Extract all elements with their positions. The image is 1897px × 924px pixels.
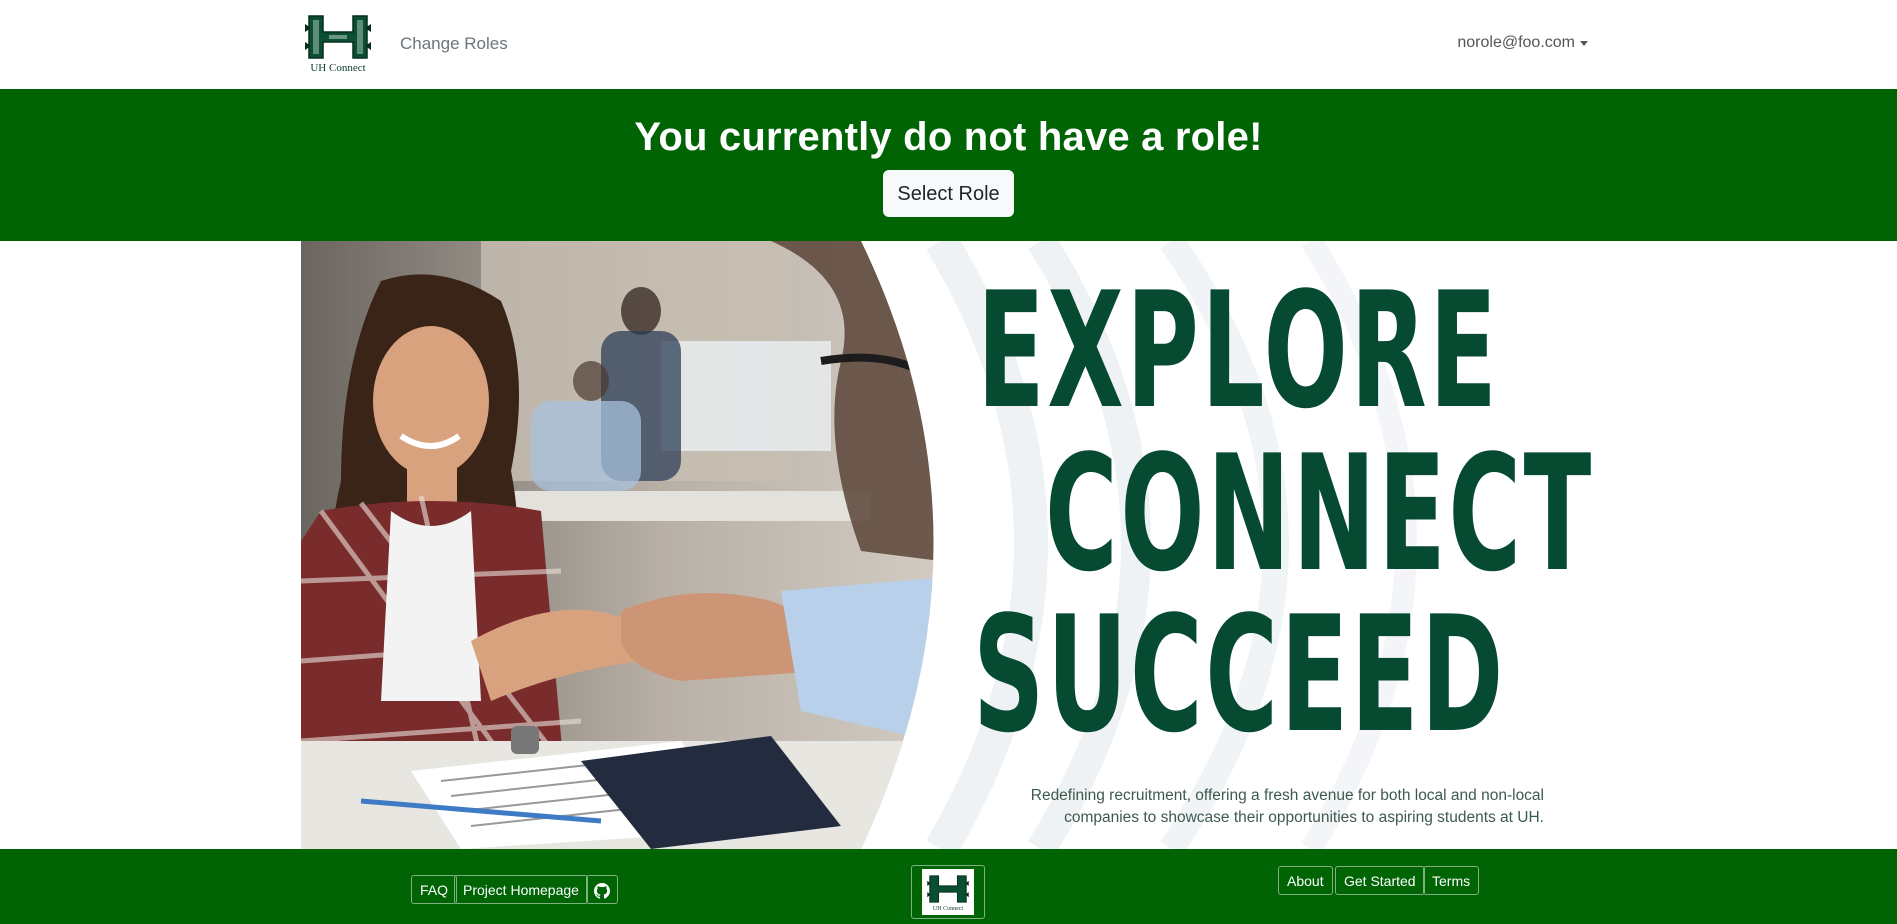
footer-logo-caption: UH Connect bbox=[932, 906, 964, 912]
select-role-button[interactable]: Select Role bbox=[883, 170, 1014, 217]
no-role-banner: You currently do not have a role! Select… bbox=[0, 89, 1897, 241]
uh-connect-logo[interactable]: UH Connect bbox=[301, 12, 375, 76]
logo-caption: UH Connect bbox=[310, 62, 366, 74]
uh-logo-icon bbox=[305, 15, 371, 59]
hero-word-connect: CONNECT bbox=[1045, 420, 1594, 607]
change-roles-link[interactable]: Change Roles bbox=[400, 34, 508, 54]
hero-word-explore: EXPLORE bbox=[977, 257, 1500, 444]
navbar: UH Connect Change Roles norole@foo.com bbox=[0, 0, 1897, 89]
tagline-line-1: Redefining recruitment, offering a fresh… bbox=[1030, 787, 1544, 804]
hero-image: EXPLORE CONNECT SUCCEED Redefining recru… bbox=[301, 241, 1596, 849]
footer-github-link[interactable] bbox=[586, 875, 618, 904]
footer-about-link[interactable]: About bbox=[1278, 866, 1333, 895]
footer-terms-link[interactable]: Terms bbox=[1423, 866, 1480, 895]
uh-logo-icon bbox=[927, 875, 969, 903]
footer-project-homepage-link[interactable]: Project Homepage bbox=[454, 875, 588, 904]
hero-word-succeed: SUCCEED bbox=[973, 581, 1506, 768]
footer-get-started-link[interactable]: Get Started bbox=[1335, 866, 1425, 895]
tagline-line-2: companies to showcase their opportunitie… bbox=[1064, 809, 1544, 826]
footer-faq-link[interactable]: FAQ bbox=[411, 875, 458, 904]
github-icon bbox=[594, 883, 610, 899]
user-email: norole@foo.com bbox=[1457, 34, 1575, 51]
footer: FAQ Project Homepage UH Connect About Ge… bbox=[0, 849, 1897, 924]
user-dropdown[interactable]: norole@foo.com bbox=[1457, 34, 1588, 52]
caret-down-icon bbox=[1580, 40, 1588, 46]
footer-logo-badge: UH Connect bbox=[922, 869, 974, 915]
hero-tagline: Redefining recruitment, offering a fresh… bbox=[1024, 785, 1544, 829]
banner-title: You currently do not have a role! bbox=[634, 115, 1263, 159]
footer-logo[interactable]: UH Connect bbox=[911, 865, 985, 919]
